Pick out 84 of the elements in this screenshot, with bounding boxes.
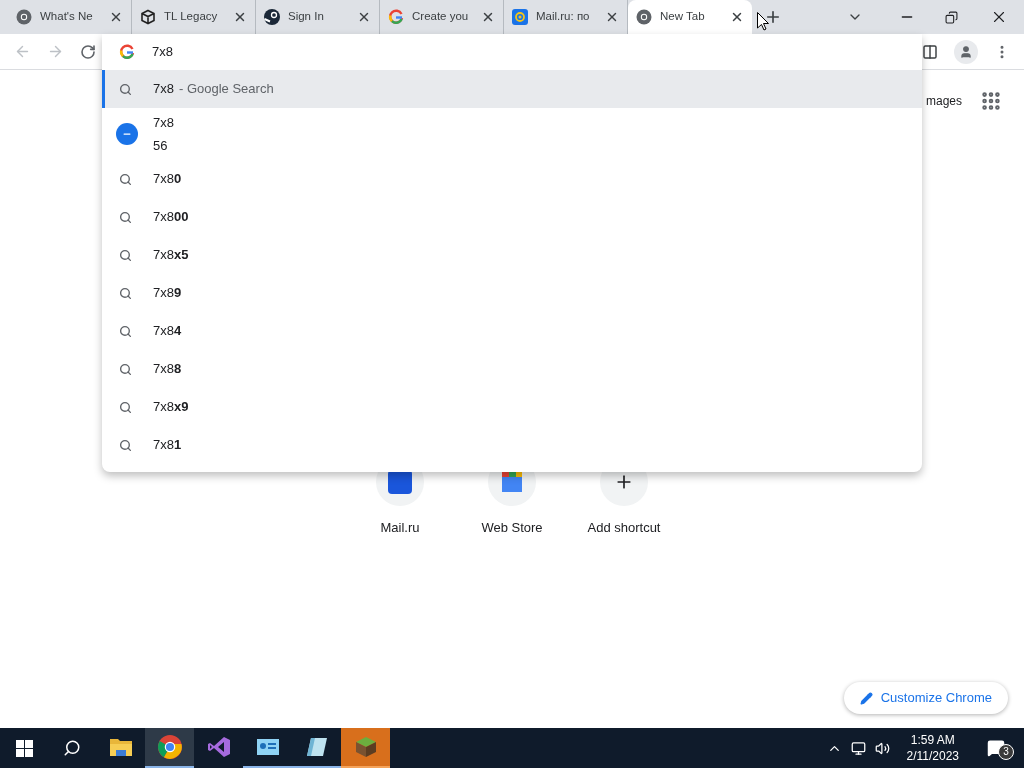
control-panel-icon bbox=[255, 737, 280, 757]
search-suggestion[interactable]: 7x8x9 bbox=[102, 388, 922, 426]
search-icon bbox=[119, 172, 132, 186]
restore-icon[interactable] bbox=[945, 10, 958, 24]
address-field[interactable]: 7x8 bbox=[102, 34, 922, 70]
notepad-icon bbox=[304, 735, 329, 759]
suggestion-text: 7x89 bbox=[153, 285, 182, 301]
suggestion-text: 7x81 bbox=[153, 437, 182, 453]
shortcut-title: Mail.ru bbox=[380, 519, 420, 537]
shortcut-title: Web Store bbox=[481, 519, 543, 537]
suggestion-text: 7x8x5 bbox=[153, 247, 189, 263]
visual-studio-icon bbox=[206, 735, 231, 759]
search-suggestion[interactable]: 7x88 bbox=[102, 350, 922, 388]
profile-avatar[interactable] bbox=[954, 39, 978, 64]
network-icon[interactable] bbox=[850, 740, 866, 756]
side-panel-icon[interactable] bbox=[922, 43, 938, 60]
tab-title: Create you bbox=[412, 9, 470, 25]
close-tab-icon[interactable] bbox=[357, 10, 371, 24]
result-text: 56 bbox=[153, 137, 169, 155]
suggestion-text: 7x800 bbox=[153, 209, 189, 225]
search-suggestion[interactable]: 7x8 - Google Search bbox=[102, 70, 922, 108]
search-suggestion[interactable]: 7x8x5 bbox=[102, 236, 922, 274]
pencil-icon bbox=[859, 691, 873, 705]
suggestion-text: 7x8 bbox=[153, 81, 174, 97]
mouse-cursor-icon bbox=[757, 12, 769, 31]
suggestion-text: 7x88 bbox=[153, 361, 182, 377]
suggestion-text: 7x80 bbox=[153, 171, 182, 187]
mail-icon bbox=[388, 470, 412, 494]
clock-date: 2/11/2023 bbox=[906, 748, 959, 764]
search-icon bbox=[119, 286, 132, 300]
notification-count: 3 bbox=[998, 744, 1014, 760]
tab-title: What's Ne bbox=[40, 9, 94, 25]
calculator-icon bbox=[116, 123, 138, 145]
address-text: 7x8 bbox=[152, 43, 173, 62]
customize-chrome-button[interactable]: Customize Chrome bbox=[843, 682, 1008, 714]
search-suggestion[interactable]: 7x89 bbox=[102, 274, 922, 312]
taskbar-app[interactable] bbox=[145, 728, 194, 768]
suggestion-text: 7x8x9 bbox=[153, 399, 189, 415]
apps-icon[interactable] bbox=[980, 90, 1002, 112]
search-icon bbox=[119, 324, 132, 338]
mail-icon bbox=[512, 9, 528, 25]
chrome-icon bbox=[16, 9, 32, 25]
search-icon bbox=[119, 82, 132, 96]
search-suggestion[interactable]: 7x800 bbox=[102, 198, 922, 236]
chrome-icon bbox=[636, 9, 652, 25]
chrome-icon bbox=[157, 735, 182, 759]
clock[interactable]: 1:59 AM 2/11/2023 bbox=[898, 732, 967, 764]
web-store-icon bbox=[500, 470, 524, 494]
reload-icon[interactable] bbox=[80, 43, 96, 60]
tab-title: New Tab bbox=[660, 9, 706, 25]
close-tab-icon[interactable] bbox=[233, 10, 247, 24]
windows-icon bbox=[15, 739, 33, 757]
images-link[interactable]: mages bbox=[925, 92, 962, 110]
search-suggestion[interactable]: 7x84 bbox=[102, 312, 922, 350]
search-icon bbox=[119, 248, 132, 262]
search-icon[interactable] bbox=[63, 739, 81, 757]
shortcut-title: Add shortcut bbox=[587, 519, 661, 537]
close-tab-icon[interactable] bbox=[605, 10, 619, 24]
search-icon bbox=[119, 362, 132, 376]
search-icon bbox=[119, 400, 132, 414]
suggestion-suffix: - Google Search bbox=[178, 81, 274, 97]
search-suggestion[interactable]: 7x81 bbox=[102, 426, 922, 464]
search-icon bbox=[119, 438, 132, 452]
close-tab-icon[interactable] bbox=[481, 10, 495, 24]
search-icon bbox=[119, 210, 132, 224]
cube-icon bbox=[140, 9, 156, 25]
search-suggestion[interactable]: 7x80 bbox=[102, 160, 922, 198]
volume-icon[interactable] bbox=[874, 740, 890, 756]
calculator-suggestion[interactable]: 7x8 56 bbox=[102, 108, 922, 160]
suggestion-text: 7x84 bbox=[153, 323, 182, 339]
google-icon bbox=[388, 9, 404, 25]
clock-time: 1:59 AM bbox=[910, 732, 955, 748]
close-tab-icon[interactable] bbox=[730, 10, 744, 24]
tab-title: Sign In bbox=[288, 9, 325, 25]
browser-tab[interactable]: New Tab bbox=[628, 0, 752, 34]
close-tab-icon[interactable] bbox=[109, 10, 123, 24]
expression-text: 7x8 bbox=[153, 113, 174, 132]
grass-block-icon bbox=[353, 735, 378, 759]
tab-title: TL Legacy bbox=[164, 9, 219, 25]
steam-icon bbox=[264, 9, 280, 25]
new-tab-icon[interactable] bbox=[764, 8, 782, 26]
folder-icon bbox=[108, 737, 133, 757]
tab-title: Mail.ru: по bbox=[536, 9, 591, 25]
google-icon bbox=[119, 44, 135, 60]
